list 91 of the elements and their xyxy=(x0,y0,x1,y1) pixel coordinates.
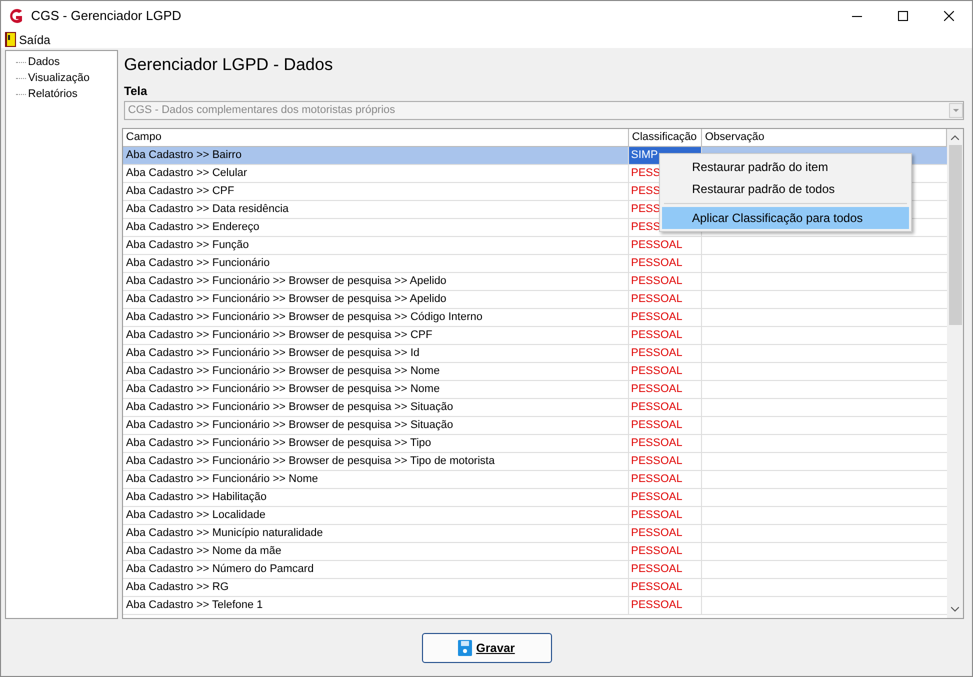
table-cell: Aba Cadastro >> Nome da mãe xyxy=(123,542,629,560)
table-cell: Aba Cadastro >> Funcionário >> Browser de pesquisa >> Nome xyxy=(123,362,629,380)
context-menu-item[interactable]: Aplicar Classificação para todos xyxy=(662,206,909,229)
table-row[interactable]: Aba Cadastro >> Funcionário >> Browser de pesquisa >> Nome PESSOAL xyxy=(123,362,947,381)
classification-text: PESSOAL xyxy=(631,238,682,254)
classification-text: PESS xyxy=(631,220,660,236)
table-cell: Aba Cadastro >> Funcionário >> Nome xyxy=(123,470,629,488)
classification-text: PESSOAL xyxy=(631,490,682,506)
table-row[interactable]: Aba Cadastro >> Funcionário >> Browser de pesquisa >> Situação PESSOAL xyxy=(123,398,947,417)
tela-label: Tela xyxy=(123,82,148,100)
table-row[interactable]: Aba Cadastro >> Funcionário >> Nome PESSOAL xyxy=(123,470,947,489)
close-icon xyxy=(944,11,954,21)
classification-text: PESSOAL xyxy=(631,382,682,398)
table-row[interactable]: Aba Cadastro >> Funcionário >> Browser de pesquisa >> Situação PESSOAL xyxy=(123,416,947,435)
table-row[interactable]: Aba Cadastro >> Funcionário >> Browser de pesquisa >> CPF PESSOAL xyxy=(123,326,947,345)
table-row[interactable]: Aba Cadastro >> Funcionário >> Browser de pesquisa >> Tipo de motorista PESSOAL xyxy=(123,452,947,471)
table-row[interactable]: Aba Cadastro >> Nome da mãe PESSOAL xyxy=(123,542,947,561)
table-row[interactable]: Aba Cadastro >> Função PESSOAL xyxy=(123,236,947,255)
table-cell: Aba Cadastro >> Número do Pamcard xyxy=(123,560,629,578)
scrollbar[interactable] xyxy=(947,128,963,618)
table-cell: Aba Cadastro >> Funcionário >> Browser de pesquisa >> Nome xyxy=(123,380,629,398)
classification-text: PESSOAL xyxy=(631,364,682,380)
app-logo-icon xyxy=(7,7,25,25)
table-cell: Aba Cadastro >> Funcionário xyxy=(123,254,629,272)
table-row[interactable]: Aba Cadastro >> Telefone 1 PESSOAL xyxy=(123,596,947,615)
classification-text: PESSOAL xyxy=(631,346,682,362)
classification-text: PESSOAL xyxy=(631,526,682,542)
table-cell: Aba Cadastro >> Endereço xyxy=(123,218,629,236)
classification-text: PESS xyxy=(631,202,660,218)
table-cell: Aba Cadastro >> Funcionário >> Browser de pesquisa >> Apelido xyxy=(123,290,629,308)
classification-text: SIMP xyxy=(631,148,658,164)
table-row[interactable]: Aba Cadastro >> RG PESSOAL xyxy=(123,578,947,597)
column-header[interactable]: Classificação xyxy=(629,128,702,146)
scroll-up-icon xyxy=(951,134,959,140)
table-cell: Aba Cadastro >> CPF xyxy=(123,182,629,200)
table-cell: Aba Cadastro >> RG xyxy=(123,578,629,596)
classification-text: PESSOAL xyxy=(631,436,682,452)
exit-door-icon xyxy=(5,32,16,47)
classification-text: PESSOAL xyxy=(631,508,682,524)
classification-text: PESSOAL xyxy=(631,544,682,560)
tree-item[interactable]: Dados xyxy=(28,54,60,70)
table-row[interactable]: Aba Cadastro >> Funcionário >> Browser de pesquisa >> Código Interno PESSOAL xyxy=(123,308,947,327)
scroll-down-icon xyxy=(951,607,959,612)
table-cell: Aba Cadastro >> Município naturalidade xyxy=(123,524,629,542)
classification-text: PESSOAL xyxy=(631,292,682,308)
table-row[interactable]: Aba Cadastro >> Localidade PESSOAL xyxy=(123,506,947,525)
classification-text: PESSOAL xyxy=(631,400,682,416)
table-cell: Aba Cadastro >> Função xyxy=(123,236,629,254)
table-cell: Aba Cadastro >> Celular xyxy=(123,164,629,182)
classification-text: PESSOAL xyxy=(631,328,682,344)
table-row[interactable]: Aba Cadastro >> Funcionário >> Browser de pesquisa >> Tipo PESSOAL xyxy=(123,434,947,453)
classification-text: PESSOAL xyxy=(631,580,682,596)
table-cell: Aba Cadastro >> Funcionário >> Browser de pesquisa >> CPF xyxy=(123,326,629,344)
scroll-thumb[interactable] xyxy=(948,144,962,325)
table-cell: Aba Cadastro >> Data residência xyxy=(123,200,629,218)
table-row[interactable]: Aba Cadastro >> Funcionário >> Browser de pesquisa >> Nome PESSOAL xyxy=(123,380,947,399)
table-row[interactable]: Aba Cadastro >> Funcionário PESSOAL xyxy=(123,254,947,273)
column-header[interactable]: Campo xyxy=(123,128,629,146)
table-row[interactable]: Aba Cadastro >> Município naturalidade PESSOAL xyxy=(123,524,947,543)
table-cell: Aba Cadastro >> Funcionário >> Browser de pesquisa >> Id xyxy=(123,344,629,362)
classification-text: PESSOAL xyxy=(631,454,682,470)
table-cell: Aba Cadastro >> Habilitação xyxy=(123,488,629,506)
table-row[interactable]: Aba Cadastro >> Funcionário >> Browser de pesquisa >> Apelido PESSOAL xyxy=(123,290,947,309)
table-row[interactable]: Aba Cadastro >> Funcionário >> Browser de pesquisa >> Id PESSOAL xyxy=(123,344,947,363)
tree-item[interactable]: Visualização xyxy=(28,70,90,86)
table-cell: Aba Cadastro >> Funcionário >> Browser de pesquisa >> Código Interno xyxy=(123,308,629,326)
window-title: CGS - Gerenciador LGPD xyxy=(31,7,182,26)
classification-text: PESSOAL xyxy=(631,274,682,290)
classification-text: PESSOAL xyxy=(631,310,682,326)
classification-text: PESS xyxy=(631,184,660,200)
table-cell: Aba Cadastro >> Telefone 1 xyxy=(123,596,629,614)
save-button[interactable]: Gravar xyxy=(422,632,552,662)
maximize-icon xyxy=(898,11,908,21)
table-cell: Aba Cadastro >> Funcionário >> Browser de pesquisa >> Apelido xyxy=(123,272,629,290)
table-cell: Aba Cadastro >> Funcionário >> Browser de pesquisa >> Tipo de motorista xyxy=(123,452,629,470)
table-row[interactable]: Aba Cadastro >> Habilitação PESSOAL xyxy=(123,488,947,507)
table-cell: Aba Cadastro >> Localidade xyxy=(123,506,629,524)
classification-text: PESSOAL xyxy=(631,256,682,272)
page-heading: Gerenciador LGPD - Dados xyxy=(123,54,334,76)
classification-text: PESSOAL xyxy=(631,598,682,614)
table-row[interactable]: Aba Cadastro >> Funcionário >> Browser de pesquisa >> Apelido PESSOAL xyxy=(123,272,947,291)
tree-item[interactable]: Relatórios xyxy=(28,86,78,102)
classification-text: PESSOAL xyxy=(631,562,682,578)
classification-text: PESS xyxy=(631,166,660,182)
table-cell: Aba Cadastro >> Funcionário >> Browser de pesquisa >> Tipo xyxy=(123,434,629,452)
table-cell: Aba Cadastro >> Funcionário >> Browser de pesquisa >> Situação xyxy=(123,416,629,434)
table-cell: Aba Cadastro >> Funcionário >> Browser de pesquisa >> Situação xyxy=(123,398,629,416)
menu-item[interactable]: Saída xyxy=(5,30,50,48)
classification-text: PESSOAL xyxy=(631,472,682,488)
classification-text: PESSOAL xyxy=(631,418,682,434)
table-row[interactable]: Aba Cadastro >> Número do Pamcard PESSOAL xyxy=(123,560,947,579)
